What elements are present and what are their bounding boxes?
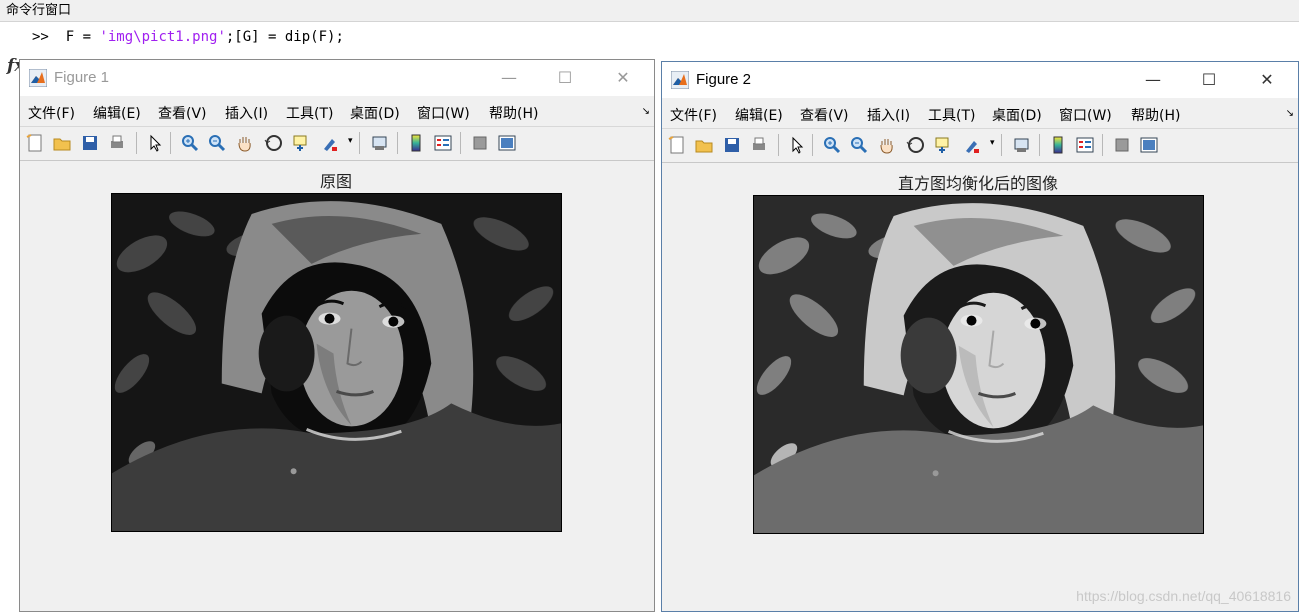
pointer-icon[interactable] (787, 135, 807, 155)
figure-title: Figure 1 (54, 69, 110, 86)
command-line[interactable]: >> F = 'img\pict1.png';[G] = dip(F); (32, 29, 344, 45)
menu-expand-icon[interactable]: ↘ (1286, 108, 1294, 119)
menu-item-0[interactable]: 文件(F) (670, 105, 717, 125)
figure-toolbar: ▾ (662, 128, 1298, 163)
pan-icon[interactable] (235, 133, 255, 153)
minimize-button[interactable]: — (486, 60, 532, 96)
print-icon[interactable] (107, 133, 127, 153)
image-axes[interactable] (111, 193, 562, 532)
menu-item-7[interactable]: 帮助(H) (1131, 105, 1180, 125)
menu-bar: 文件(F) 编辑(E) 查看(V) 插入(I) 工具(T) 桌面(D) 窗口(W) 帮助(H)… (662, 100, 1298, 128)
toolbar-separator (460, 132, 461, 154)
figure-toolbar: ▾ (20, 126, 654, 161)
colorbar-icon[interactable] (406, 133, 426, 153)
menu-item-5[interactable]: 桌面(D) (992, 105, 1042, 125)
save-icon[interactable] (80, 133, 100, 153)
menu-item-4[interactable]: 工具(T) (286, 103, 333, 123)
menu-item-6[interactable]: 窗口(W) (417, 103, 470, 123)
menu-item-2[interactable]: 查看(V) (800, 105, 849, 125)
zoom-out-icon[interactable] (849, 135, 869, 155)
brush-dropdown-icon[interactable]: ▾ (348, 136, 353, 146)
pan-icon[interactable] (877, 135, 897, 155)
maximize-button[interactable]: ☐ (542, 60, 588, 96)
figure-titlebar[interactable]: Figure 2 — ☐ ✕ (662, 62, 1298, 98)
data-cursor-icon[interactable] (291, 133, 311, 153)
figure-window-2[interactable]: Figure 2 — ☐ ✕ 文件(F) 编辑(E) 查看(V) 插入(I) 工具(T)… (661, 61, 1299, 612)
open-file-icon[interactable] (52, 133, 72, 153)
toolbar-separator (136, 132, 137, 154)
axes-title: 原图 (319, 172, 352, 191)
cmd-text-1: F = (48, 29, 100, 45)
hide-plot-tools-icon[interactable] (1112, 135, 1132, 155)
new-figure-icon[interactable] (667, 135, 687, 155)
prompt: >> (32, 29, 49, 45)
matlab-logo-icon (28, 68, 48, 88)
zoom-in-icon[interactable] (822, 135, 842, 155)
close-button[interactable]: ✕ (1244, 62, 1290, 98)
toolbar-separator (812, 134, 813, 156)
toolbar-separator (778, 134, 779, 156)
minimize-button[interactable]: — (1130, 62, 1176, 98)
zoom-out-icon[interactable] (207, 133, 227, 153)
watermark: https://blog.csdn.net/qq_40618816 (1076, 588, 1291, 604)
legend-icon[interactable] (1075, 135, 1095, 155)
command-window-title: 命令行窗口 (0, 0, 1299, 22)
axes-title: 直方图均衡化后的图像 (897, 174, 1058, 193)
menu-item-2[interactable]: 查看(V) (158, 103, 207, 123)
menu-expand-icon[interactable]: ↘ (642, 106, 650, 117)
rotate-3d-icon[interactable] (906, 135, 926, 155)
image-axes[interactable] (753, 195, 1204, 534)
figure-titlebar[interactable]: Figure 1 — ☐ ✕ (20, 60, 654, 96)
menu-bar: 文件(F) 编辑(E) 查看(V) 插入(I) 工具(T) 桌面(D) 窗口(W) 帮助(H)… (20, 98, 654, 126)
rotate-3d-icon[interactable] (264, 133, 284, 153)
toolbar-separator (397, 132, 398, 154)
colorbar-icon[interactable] (1048, 135, 1068, 155)
close-button[interactable]: ✕ (600, 60, 646, 96)
menu-item-0[interactable]: 文件(F) (28, 103, 75, 123)
toolbar-separator (170, 132, 171, 154)
figure-title: Figure 2 (696, 71, 752, 88)
cmd-text-2: ;[G] = dip(F); (225, 29, 344, 45)
toolbar-separator (1039, 134, 1040, 156)
link-plot-icon[interactable] (370, 133, 390, 153)
menu-item-7[interactable]: 帮助(H) (489, 103, 538, 123)
toolbar-separator (359, 132, 360, 154)
menu-item-1[interactable]: 编辑(E) (93, 103, 141, 123)
toolbar-separator (1102, 134, 1103, 156)
pointer-icon[interactable] (145, 133, 165, 153)
open-file-icon[interactable] (694, 135, 714, 155)
zoom-in-icon[interactable] (180, 133, 200, 153)
cmd-string: 'img\pict1.png' (99, 29, 226, 45)
data-cursor-icon[interactable] (933, 135, 953, 155)
menu-item-3[interactable]: 插入(I) (225, 103, 268, 123)
link-plot-icon[interactable] (1012, 135, 1032, 155)
save-icon[interactable] (722, 135, 742, 155)
menu-item-4[interactable]: 工具(T) (928, 105, 975, 125)
legend-icon[interactable] (433, 133, 453, 153)
menu-item-6[interactable]: 窗口(W) (1059, 105, 1112, 125)
toolbar-separator (1001, 134, 1002, 156)
menu-item-3[interactable]: 插入(I) (867, 105, 910, 125)
new-figure-icon[interactable] (25, 133, 45, 153)
brush-dropdown-icon[interactable]: ▾ (990, 138, 995, 148)
maximize-button[interactable]: ☐ (1186, 62, 1232, 98)
show-plot-tools-icon[interactable] (1139, 135, 1159, 155)
figure-window-1[interactable]: Figure 1 — ☐ ✕ 文件(F) 编辑(E) 查看(V) 插入(I) 工具(T)… (19, 59, 655, 612)
brush-icon[interactable] (962, 135, 982, 155)
hide-plot-tools-icon[interactable] (470, 133, 490, 153)
show-plot-tools-icon[interactable] (497, 133, 517, 153)
brush-icon[interactable] (320, 133, 340, 153)
menu-item-5[interactable]: 桌面(D) (350, 103, 400, 123)
matlab-logo-icon (670, 70, 690, 90)
menu-item-1[interactable]: 编辑(E) (735, 105, 783, 125)
print-icon[interactable] (749, 135, 769, 155)
